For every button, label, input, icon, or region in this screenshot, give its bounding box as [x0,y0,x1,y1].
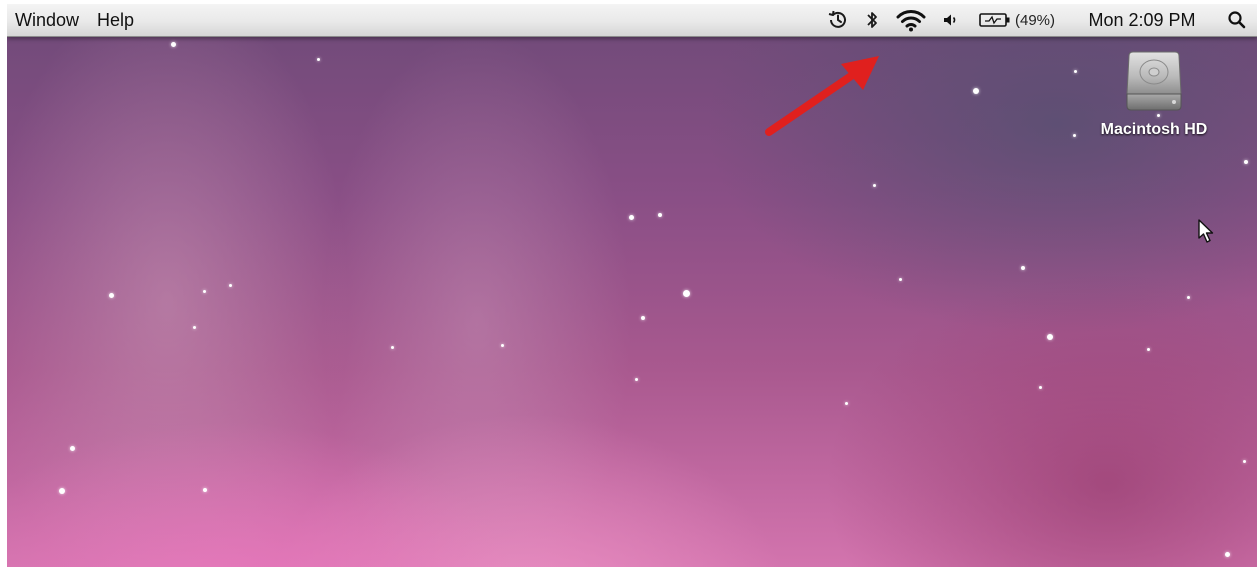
star [845,402,848,405]
star [317,58,320,61]
star [1244,160,1248,164]
star [1225,552,1230,557]
bluetooth-icon[interactable] [855,4,889,36]
volume-icon[interactable] [933,4,967,36]
star [1187,296,1190,299]
menu-bar: Window Help (49%) Mon 2:09 PM [7,4,1257,37]
star [193,326,196,329]
star [501,344,504,347]
star [1074,70,1077,73]
mouse-pointer-icon [1198,219,1214,243]
star [109,293,114,298]
star [1039,386,1042,389]
clock-text: Mon 2:09 PM [1088,9,1196,30]
star [973,88,979,94]
star [203,290,206,293]
star [658,213,662,217]
star [629,215,634,220]
star [203,488,207,492]
menu-help[interactable]: Help [93,10,148,31]
star [641,316,645,320]
star [873,184,876,187]
star [59,488,65,494]
star [1073,134,1076,137]
annotation-arrow [765,56,879,136]
wifi-icon[interactable] [889,4,933,36]
menu-bar-status-area: (49%) Mon 2:09 PM [821,4,1257,36]
star [1147,348,1150,351]
macintosh-hd-desktop-icon[interactable]: Macintosh HD [1079,48,1229,139]
star [635,378,638,381]
hard-drive-icon [1119,51,1189,118]
menu-window[interactable]: Window [11,10,93,31]
desktop-screen: Window Help (49%) Mon 2:09 PM Macintosh … [7,4,1257,567]
time-machine-icon[interactable] [821,4,855,36]
star [1021,266,1025,270]
star [391,346,394,349]
star [899,278,902,281]
battery-status[interactable]: (49%) [967,4,1067,36]
star [1047,334,1053,340]
drive-label: Macintosh HD [1100,121,1208,138]
star [1243,460,1246,463]
battery-icon [979,11,1011,29]
star [70,446,75,451]
star [171,42,176,47]
menu-clock[interactable]: Mon 2:09 PM [1067,4,1217,36]
spotlight-search-icon[interactable] [1217,4,1257,36]
menu-bar-left: Window Help [11,4,148,36]
star [683,290,690,297]
star [229,284,232,287]
battery-percent: (49%) [1014,11,1055,29]
